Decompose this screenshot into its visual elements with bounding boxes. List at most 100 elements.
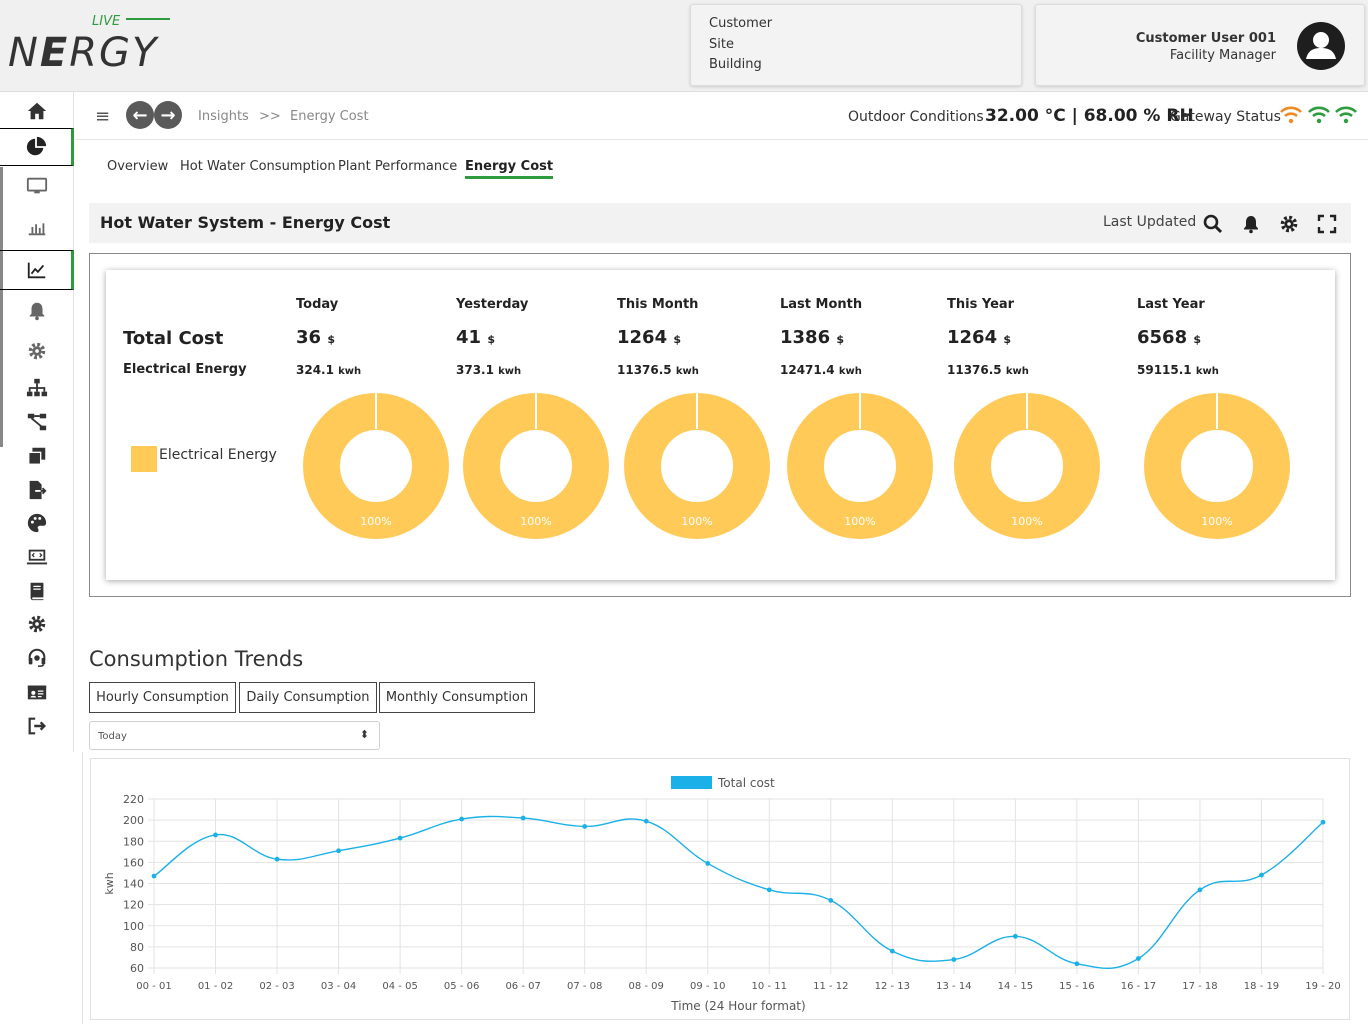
brand-logo[interactable]: LIVE NERGY (8, 14, 173, 78)
total-cost-label: Total Cost (123, 328, 224, 349)
network-icon (27, 413, 47, 431)
sidebar-item-support[interactable] (0, 640, 74, 676)
x-tick-label: 09 - 10 (690, 981, 725, 992)
sort-arrows-icon: ⬍ (359, 728, 369, 741)
content-divider (82, 752, 83, 1024)
data-point (1197, 887, 1203, 893)
x-tick-label: 11 - 12 (813, 981, 848, 992)
x-tick-label: 15 - 16 (1059, 981, 1094, 992)
energy-donut[interactable]: 100% (786, 392, 934, 540)
x-tick-label: 03 - 04 (321, 981, 356, 992)
series-line (153, 815, 1324, 969)
sidebar-sub-trends[interactable] (0, 250, 74, 290)
x-tick-label: 13 - 14 (936, 981, 971, 992)
sidebar-item-theme[interactable] (0, 505, 74, 541)
sidebar-sub-dashboard[interactable] (0, 166, 74, 206)
legend-label: Total cost (717, 776, 775, 790)
sidebar-item-insights[interactable] (0, 128, 74, 166)
breadcrumb-bar: ≡ ← → Insights >> Energy Cost Outdoor Co… (75, 92, 1368, 140)
y-axis-label: kwh (103, 872, 116, 894)
sidebar-sub-settings[interactable] (0, 331, 74, 371)
y-tick-label: 60 (130, 962, 144, 975)
file-export-icon (29, 480, 47, 500)
sidebar-item-network[interactable] (0, 404, 74, 440)
period-select[interactable]: Today ⬍ (89, 721, 380, 750)
energy-donut[interactable]: 100% (1143, 392, 1291, 540)
sidebar-item-devices[interactable] (0, 539, 74, 575)
x-tick-label: 02 - 03 (259, 981, 294, 992)
book-icon (30, 582, 44, 601)
sidebar-item-copies[interactable] (0, 438, 74, 474)
location-selector[interactable]: Customer Site Building (690, 4, 1022, 86)
y-tick-label: 80 (130, 941, 144, 954)
logo-n: N (8, 30, 40, 76)
x-tick-label: 19 - 20 (1305, 981, 1340, 992)
sidebar-item-export[interactable] (0, 472, 74, 508)
data-point (1259, 872, 1264, 878)
period-energy-value: 373.1 (456, 363, 499, 377)
daily-consumption-button[interactable]: Daily Consumption (239, 682, 377, 713)
sidebar-sub-alarms[interactable] (0, 291, 74, 331)
fullscreen-icon[interactable] (1317, 214, 1337, 234)
x-tick-label: 12 - 13 (875, 981, 910, 992)
sidebar-item-hierarchy[interactable] (0, 370, 74, 406)
site-label: Site (709, 36, 734, 52)
trends-title: Consumption Trends (89, 647, 304, 671)
bell-icon[interactable] (1241, 214, 1261, 234)
menu-toggle-icon[interactable]: ≡ (95, 106, 110, 127)
wifi-orange-icon (1280, 106, 1302, 124)
y-tick-label: 140 (123, 878, 144, 891)
sidebar-item-home[interactable] (0, 93, 74, 129)
monthly-consumption-button[interactable]: Monthly Consumption (379, 682, 535, 713)
tab-hot-water-consumption[interactable]: Hot Water Consumption (180, 159, 336, 174)
hourly-consumption-button[interactable]: Hourly Consumption (89, 682, 236, 713)
period-cost: 1264 $ (947, 327, 1107, 348)
energy-donut[interactable]: 100% (953, 392, 1101, 540)
sidebar-item-docs[interactable] (0, 573, 74, 609)
period-cost: 41 $ (456, 327, 616, 348)
donut-percent-label: 100% (1201, 515, 1232, 528)
x-tick-label: 18 - 19 (1244, 981, 1279, 992)
gear-icon[interactable] (1279, 214, 1299, 234)
bell-icon (29, 302, 45, 321)
forward-button[interactable]: → (154, 101, 182, 129)
energy-donut[interactable]: 100% (462, 392, 610, 540)
energy-donut[interactable]: 100% (623, 392, 771, 540)
period-select-value: Today (98, 731, 127, 742)
wifi-green-icon (1308, 106, 1330, 124)
x-tick-label: 01 - 02 (198, 981, 233, 992)
legend-swatch (671, 776, 712, 789)
tab-energy-cost[interactable]: Energy Cost (465, 159, 554, 179)
data-point (951, 957, 957, 962)
sidebar-item-config[interactable] (0, 606, 74, 642)
sidebar-item-contacts[interactable] (0, 674, 74, 710)
sidebar-item-logout[interactable] (0, 708, 74, 744)
period-heading: Last Year (1137, 297, 1205, 312)
line-chart-icon (27, 262, 46, 279)
period-heading: Yesterday (456, 297, 529, 312)
period-cost-value: 1386 (780, 327, 837, 348)
logo-live-text: LIVE (92, 14, 121, 29)
electrical-energy-label: Electrical Energy (123, 362, 247, 377)
data-point (336, 848, 341, 854)
data-point (828, 898, 834, 903)
cog-icon (28, 615, 46, 633)
tab-plant-performance[interactable]: Plant Performance (338, 159, 457, 174)
search-icon[interactable] (1203, 214, 1223, 234)
period-energy-value: 59115.1 (1137, 363, 1196, 377)
period-energy: 11376.5 kwh (947, 363, 1107, 377)
breadcrumb-section[interactable]: Insights (198, 109, 249, 124)
donut-percent-label: 100% (360, 515, 391, 528)
energy-donut[interactable]: 100% (302, 392, 450, 540)
user-profile[interactable]: Customer User 001 Facility Manager (1035, 4, 1365, 86)
energy-unit: kwh (1195, 366, 1219, 377)
tab-overview[interactable]: Overview (107, 159, 168, 174)
avatar-icon[interactable] (1296, 21, 1346, 71)
period-heading: This Month (617, 297, 699, 312)
breadcrumb-page: Energy Cost (290, 109, 369, 124)
sidebar-sub-reports[interactable] (0, 207, 74, 247)
donut-percent-label: 100% (844, 515, 875, 528)
currency-unit: $ (836, 333, 845, 346)
logo-accent-line (126, 18, 170, 20)
back-button[interactable]: ← (126, 101, 154, 129)
